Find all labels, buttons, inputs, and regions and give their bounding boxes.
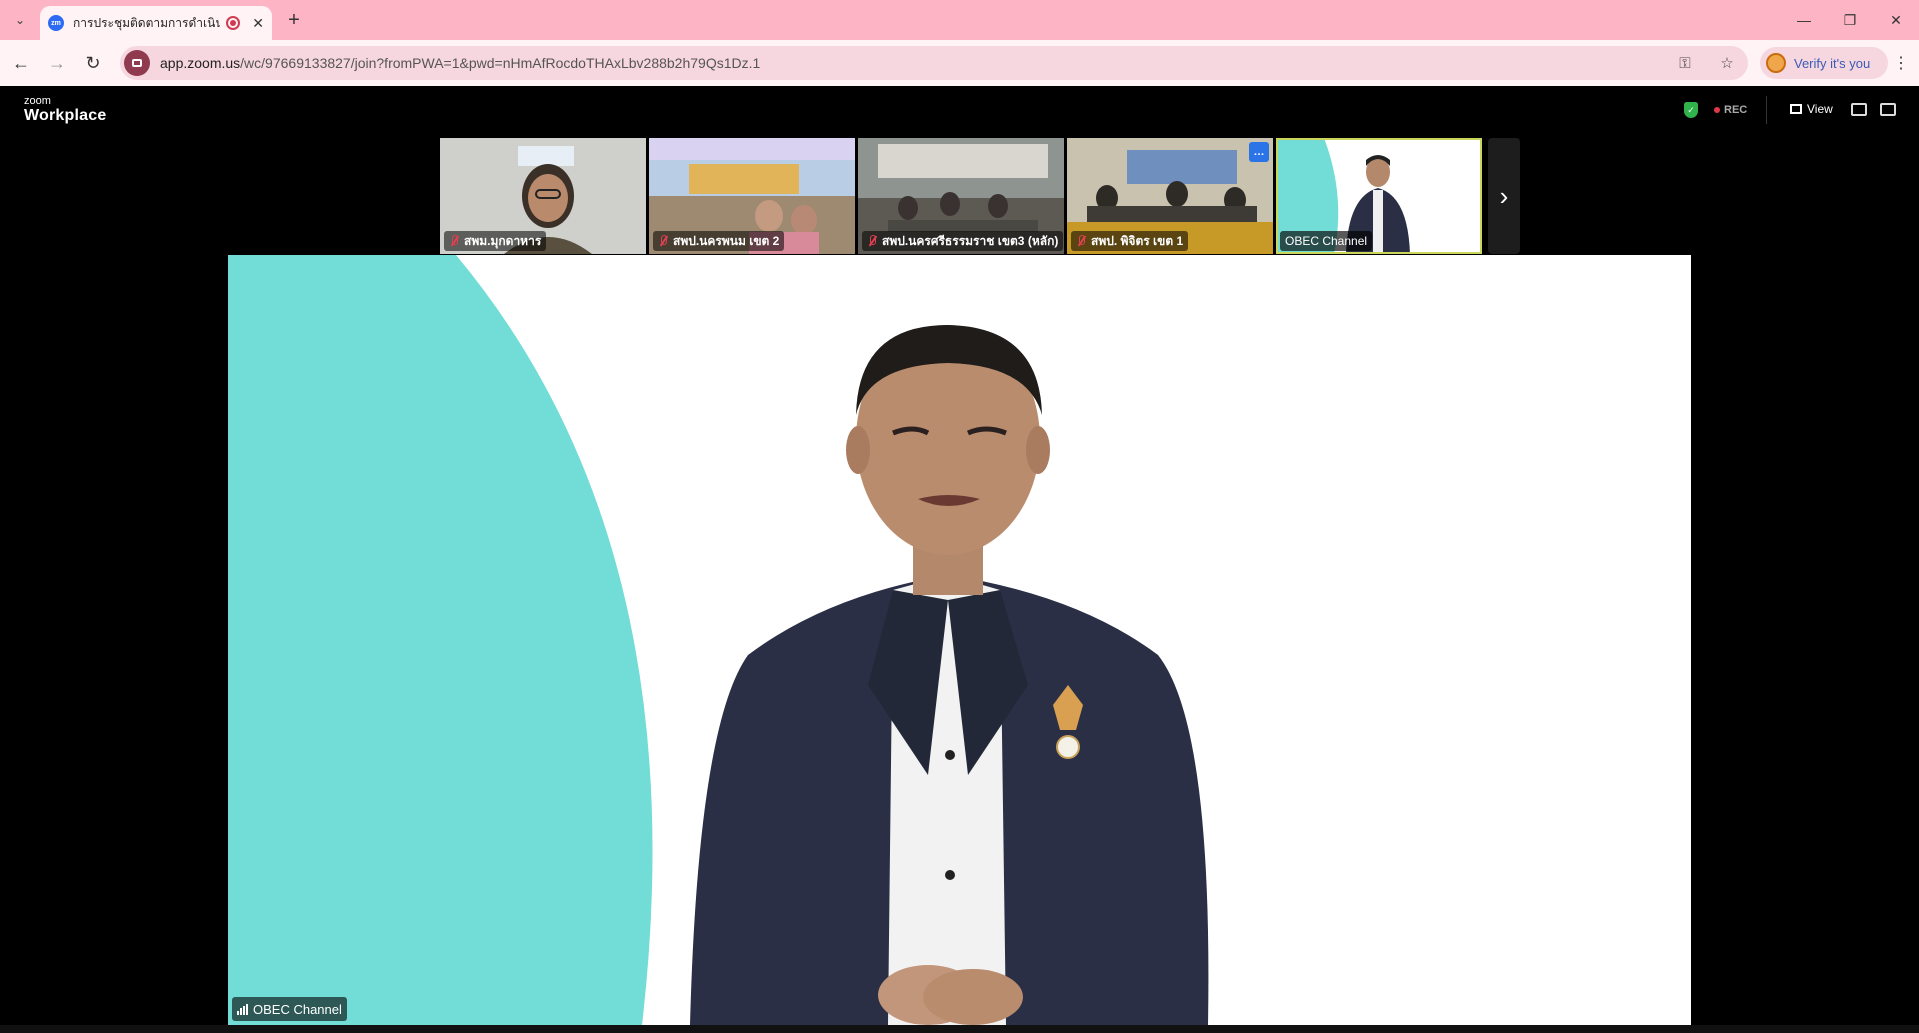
view-label: View: [1807, 102, 1833, 116]
gallery-view-icon: [1790, 104, 1802, 114]
participant-name: สพป.นครพนม เขต 2: [673, 233, 780, 248]
zoom-header: zoom Workplace ✓ REC View: [0, 86, 1919, 136]
browser-toolbar: ← → ↻ app.zoom.us/wc/97669133827/join?fr…: [0, 40, 1919, 86]
browser-tab-bar: ⌄ zm การประชุมติดตามการดำเนินงาน ✕ + — ❐…: [0, 0, 1919, 40]
view-button[interactable]: View: [1790, 102, 1833, 116]
active-speaker-label: OBEC Channel: [232, 997, 347, 1021]
logo-workplace-text: Workplace: [24, 107, 107, 124]
speaker-video-frame: [228, 255, 1691, 1025]
browser-menu-icon[interactable]: ⋮: [1890, 50, 1912, 76]
participant-name: OBEC Channel: [1285, 234, 1368, 248]
minimize-button[interactable]: —: [1792, 8, 1816, 32]
address-bar[interactable]: app.zoom.us/wc/97669133827/join?fromPWA=…: [120, 46, 1748, 80]
participant-name-label: สพม.มุกดาหาร: [444, 231, 547, 251]
more-options-icon[interactable]: …: [1249, 142, 1269, 162]
bookmark-star-icon[interactable]: ☆: [1716, 52, 1738, 74]
tab-search-chevron-icon[interactable]: ⌄: [8, 8, 32, 32]
verify-label: Verify it's you: [1794, 55, 1871, 71]
url-path: /wc/97669133827/join?fromPWA=1&pwd=nHmAf…: [240, 55, 761, 71]
close-window-button[interactable]: ✕: [1884, 8, 1908, 32]
zoom-workplace-logo: zoom Workplace: [24, 95, 106, 125]
logo-zoom-text: zoom: [24, 95, 51, 107]
participant-tile[interactable]: สพม.มุกดาหาร: [440, 138, 646, 254]
active-speaker-name: OBEC Channel: [253, 1001, 342, 1017]
participant-tile[interactable]: … สพป. พิจิตร เขต 1: [1067, 138, 1273, 254]
screen-share-view-icon[interactable]: [1851, 103, 1867, 116]
tab-close-icon[interactable]: ✕: [252, 15, 264, 32]
participant-name: สพป.นครศรีธรรมราช เขต3 (หลัก): [882, 233, 1059, 248]
back-button[interactable]: ←: [8, 50, 34, 76]
profile-avatar: [1766, 53, 1786, 73]
recording-status[interactable]: REC: [1714, 104, 1747, 116]
rec-dot-icon: [1714, 107, 1720, 113]
url-text[interactable]: app.zoom.us/wc/97669133827/join?fromPWA=…: [160, 55, 760, 71]
participant-tile[interactable]: สพป.นครศรีธรรมราช เขต3 (หลัก): [858, 138, 1064, 254]
mic-muted-icon: [1076, 235, 1086, 247]
participant-strip: สพม.มุกดาหาร สพป.นครพนม เขต 2 สพป.นครศรี…: [440, 138, 1520, 254]
participant-name-label: OBEC Channel: [1280, 231, 1373, 251]
tab-title: การประชุมติดตามการดำเนินงาน: [73, 15, 221, 30]
participant-name-label: สพป.นครศรีธรรมราช เขต3 (หลัก): [862, 231, 1064, 251]
pop-out-window-icon[interactable]: [1880, 103, 1896, 116]
mic-muted-icon: [658, 235, 668, 247]
participant-name-label: สพป. พิจิตร เขต 1: [1071, 231, 1189, 251]
participant-tile-active[interactable]: OBEC Channel: [1276, 138, 1482, 254]
participant-name: สพป. พิจิตร เขต 1: [1091, 233, 1184, 248]
rec-label: REC: [1724, 104, 1748, 116]
site-camera-icon[interactable]: [124, 50, 150, 76]
recording-indicator-icon: [226, 16, 241, 30]
mic-muted-icon: [449, 235, 459, 247]
profile-verify-button[interactable]: Verify it's you: [1760, 47, 1888, 79]
mic-muted-icon: [867, 235, 877, 247]
reload-button[interactable]: ↻: [80, 50, 106, 76]
new-tab-button[interactable]: +: [282, 8, 306, 32]
zoom-favicon-icon: zm: [48, 15, 64, 31]
next-page-chevron-icon[interactable]: ›: [1488, 138, 1520, 254]
password-key-icon[interactable]: ⚿: [1674, 52, 1696, 74]
security-shield-icon[interactable]: ✓: [1684, 102, 1698, 118]
participant-name-label: สพป.นครพนม เขต 2: [653, 231, 785, 251]
participant-name: สพม.มุกดาหาร: [464, 233, 542, 248]
url-host: app.zoom.us: [160, 55, 241, 71]
meeting-controls-bar: [0, 1025, 1919, 1033]
active-speaker-video: OBEC Channel: [228, 255, 1691, 1025]
connection-signal-icon: [237, 1003, 248, 1015]
participant-tile[interactable]: สพป.นครพนม เขต 2: [649, 138, 855, 254]
header-divider: [1766, 96, 1767, 124]
restore-button[interactable]: ❐: [1838, 8, 1862, 32]
forward-button[interactable]: →: [44, 50, 70, 76]
browser-tab[interactable]: zm การประชุมติดตามการดำเนินงาน ✕: [40, 6, 272, 40]
omnibox-actions: ⚿ ☆: [1674, 52, 1738, 74]
